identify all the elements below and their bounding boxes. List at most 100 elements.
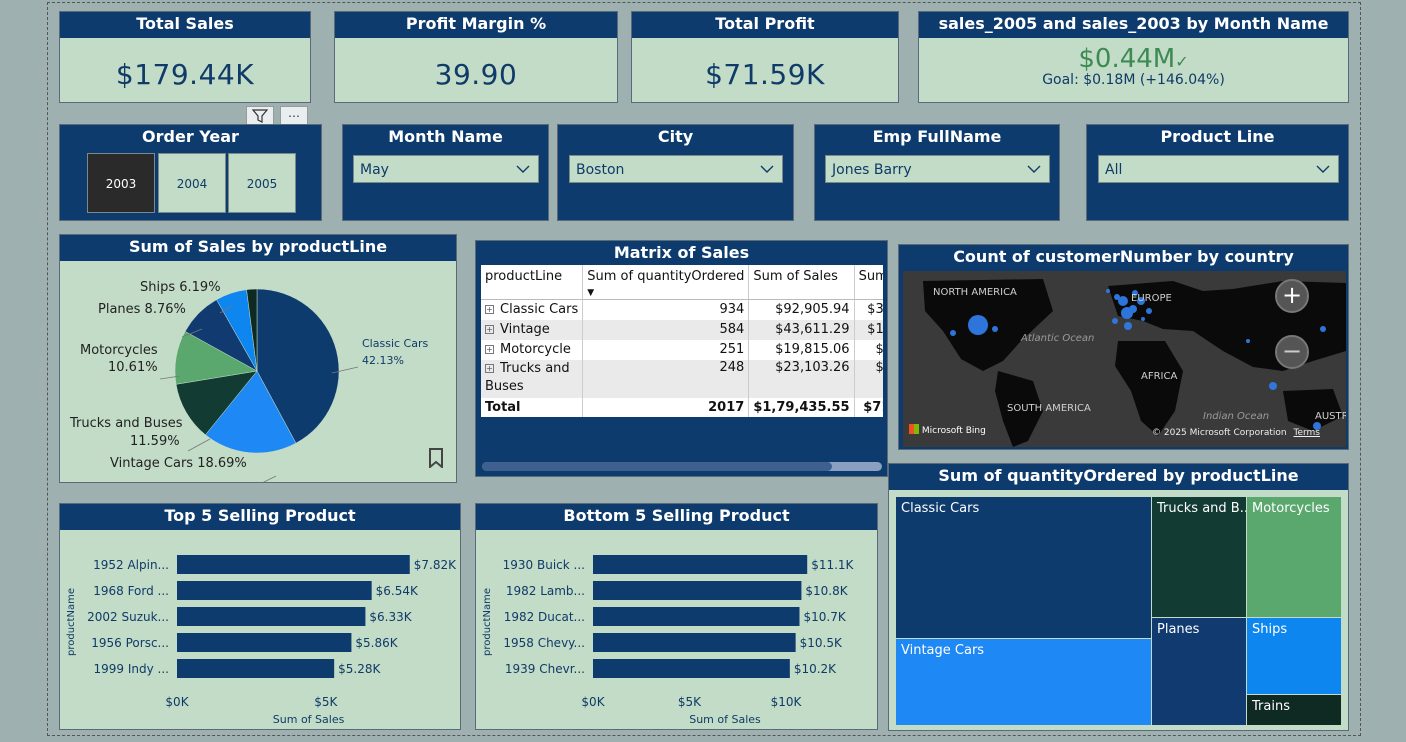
- sort-desc-icon: ▼: [587, 288, 595, 298]
- chevron-down-icon: [1027, 156, 1041, 184]
- bar[interactable]: [177, 607, 366, 626]
- scrollbar-thumb[interactable]: [482, 462, 832, 471]
- value-label: $10.8K: [805, 584, 848, 598]
- chart-title: Count of customerNumber by country: [899, 245, 1348, 271]
- column-header[interactable]: Sum of Sales: [748, 265, 855, 300]
- table-total-row: Total 2017 $1,79,435.55 $71,5: [481, 397, 883, 417]
- y-axis-label: productName: [482, 588, 493, 656]
- slicer-title: Order Year: [60, 125, 321, 151]
- pie-label-moto-pct: 10.61%: [108, 360, 158, 375]
- bar[interactable]: [593, 581, 802, 600]
- bar-top5-products[interactable]: Top 5 Selling Product productName 1952 Al…: [59, 503, 461, 730]
- expand-icon[interactable]: +: [485, 325, 494, 334]
- map-terms-link[interactable]: Terms: [1293, 428, 1320, 438]
- kpi-total-profit[interactable]: Total Profit $71.59K: [631, 11, 899, 103]
- category-label: 1939 Chevr...: [505, 662, 585, 676]
- expand-icon[interactable]: +: [485, 305, 494, 315]
- map-label: AFRICA: [1141, 371, 1177, 382]
- category-label: 1982 Ducat...: [504, 610, 585, 624]
- expand-icon[interactable]: +: [485, 345, 494, 354]
- bar-bottom5-products[interactable]: Bottom 5 Selling Product productName 1930…: [475, 503, 878, 730]
- matrix-of-sales[interactable]: Matrix of Sales productLine Sum of quant…: [475, 240, 888, 477]
- x-tick-label: $5K: [314, 695, 338, 709]
- month-dropdown[interactable]: May: [353, 155, 539, 183]
- kpi-value: $0.44M: [1078, 44, 1176, 74]
- value-label: $10.2K: [794, 662, 837, 676]
- category-label: 2002 Suzuk...: [87, 610, 169, 624]
- year-button-2004[interactable]: 2004: [158, 153, 226, 213]
- bar[interactable]: [593, 607, 800, 626]
- table-row[interactable]: +Vintage 584 $43,611.29 $18,0: [481, 319, 883, 340]
- bookmark-icon[interactable]: [428, 448, 444, 472]
- bar[interactable]: [177, 581, 372, 600]
- map-label: SOUTH AMERICA: [1007, 403, 1091, 414]
- bing-logo: Microsoft Bing: [909, 424, 986, 436]
- zoom-out-button[interactable]: −: [1275, 335, 1309, 369]
- dropdown-value: May: [360, 162, 389, 178]
- x-tick-label: $5K: [678, 695, 702, 709]
- bar[interactable]: [593, 633, 796, 652]
- value-label: $5.86K: [355, 636, 398, 650]
- bar[interactable]: [177, 555, 410, 574]
- more-options-icon[interactable]: ⋯: [280, 106, 308, 126]
- x-axis-label: Sum of Sales: [689, 713, 761, 726]
- treemap-cell[interactable]: Classic Cars: [895, 496, 1153, 640]
- year-button-2005[interactable]: 2005: [228, 153, 296, 213]
- kpi-total-sales[interactable]: Total Sales $179.44K: [59, 11, 311, 103]
- bar[interactable]: [177, 659, 335, 678]
- emp-dropdown[interactable]: Jones Barry: [825, 155, 1050, 183]
- zoom-in-button[interactable]: +: [1275, 279, 1309, 313]
- value-label: $6.54K: [376, 584, 419, 598]
- dropdown-value: All: [1105, 162, 1123, 178]
- treemap-cell[interactable]: Planes: [1151, 617, 1247, 726]
- treemap-cell[interactable]: Trains: [1246, 694, 1342, 726]
- kpi-value: $179.44K: [115, 58, 255, 91]
- table-row[interactable]: +Classic Cars 934 $92,905.94 $35,9: [481, 299, 883, 320]
- treemap-cell[interactable]: Vintage Cars: [895, 638, 1153, 726]
- bar[interactable]: [177, 633, 352, 652]
- bar[interactable]: [593, 659, 790, 678]
- map-customers-by-country[interactable]: Count of customerNumber by country NORTH…: [898, 244, 1349, 450]
- slicer-title: Product Line: [1087, 125, 1348, 151]
- value-label: $11.1K: [811, 558, 854, 572]
- table-row[interactable]: +Motorcycle 251 $19,815.06 $8,5: [481, 339, 883, 360]
- value-label: $10.5K: [800, 636, 843, 650]
- pie-label-ships: Ships 6.19%: [140, 280, 221, 295]
- y-axis-label: productName: [66, 588, 77, 656]
- horizontal-scrollbar[interactable]: [482, 462, 882, 471]
- kpi-value: 39.90: [434, 58, 518, 91]
- treemap-cell[interactable]: Motorcycles: [1246, 496, 1342, 618]
- treemap-qty-by-productline[interactable]: Sum of quantityOrdered by productLine Cl…: [888, 463, 1349, 731]
- map-canvas[interactable]: NORTH AMERICA EUROPE AS Atlantic Ocean A…: [903, 271, 1346, 447]
- product-line-dropdown[interactable]: All: [1098, 155, 1339, 183]
- map-label: NORTH AMERICA: [933, 287, 1017, 298]
- check-icon: ✓: [1175, 52, 1189, 71]
- slicer-month: Month Name May: [342, 124, 549, 221]
- kpi-profit-margin[interactable]: Profit Margin % 39.90: [334, 11, 618, 103]
- map-copyright: © 2025 Microsoft Corporation: [1152, 428, 1287, 438]
- table-row[interactable]: +Trucks and Buses 248 $23,103.26 $9,0: [481, 359, 883, 398]
- city-dropdown[interactable]: Boston: [569, 155, 783, 183]
- dropdown-value: Boston: [576, 162, 625, 178]
- chart-title: Sum of quantityOrdered by productLine: [889, 464, 1348, 490]
- year-button-2003[interactable]: 2003: [87, 153, 155, 213]
- expand-icon[interactable]: +: [485, 363, 494, 373]
- pie-sales-by-productline[interactable]: Sum of Sales by productLine Classic Cars…: [59, 234, 457, 483]
- kpi-goal-sales[interactable]: sales_2005 and sales_2003 by Month Name …: [918, 11, 1349, 103]
- filter-icon[interactable]: [246, 106, 274, 126]
- column-header[interactable]: productLine: [481, 265, 583, 300]
- treemap-cell[interactable]: Ships: [1246, 617, 1342, 695]
- map-label: Indian Ocean: [1203, 411, 1269, 422]
- x-tick-label: $0K: [581, 695, 605, 709]
- column-header[interactable]: Sum of: [853, 265, 883, 300]
- value-label: $10.7K: [803, 610, 846, 624]
- category-label: 1930 Buick ...: [503, 558, 585, 572]
- x-tick-label: $0K: [165, 695, 189, 709]
- matrix-table: productLine Sum of quantityOrdered ▼ Sum …: [481, 265, 883, 417]
- map-label: Atlantic Ocean: [1020, 333, 1094, 344]
- pie-label-vintage: Vintage Cars 18.69%: [110, 456, 247, 471]
- column-header[interactable]: Sum of quantityOrdered ▼: [582, 265, 749, 300]
- treemap-cell[interactable]: Trucks and B...: [1151, 496, 1247, 618]
- x-axis-label: Sum of Sales: [273, 713, 345, 726]
- bar[interactable]: [593, 555, 808, 574]
